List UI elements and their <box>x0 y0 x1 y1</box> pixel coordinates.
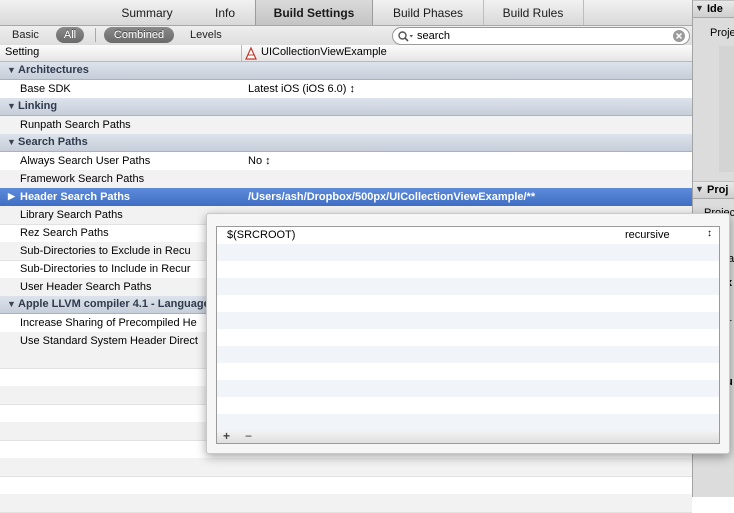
setting-name: Increase Sharing of Precompiled He <box>20 317 197 329</box>
project-name-label: Proje <box>710 27 734 39</box>
path-list-row[interactable] <box>217 261 719 278</box>
setting-name: Library Search Paths <box>20 209 123 221</box>
disclosure-triangle-icon: ▼ <box>695 184 704 194</box>
all-filter-button[interactable]: All <box>56 27 84 43</box>
identity-section-header[interactable]: ▼ Ide <box>693 0 734 18</box>
path-list-row[interactable] <box>217 312 719 329</box>
path-list-row[interactable] <box>217 329 719 346</box>
setting-row[interactable]: Runpath Search Paths <box>0 116 692 135</box>
empty-row <box>0 458 692 477</box>
path-list-row[interactable] <box>217 295 719 312</box>
empty-row <box>0 476 692 495</box>
disclosure-triangle-icon[interactable]: ▼ <box>7 65 16 75</box>
stepper-arrows-icon[interactable]: ↕ <box>707 228 712 239</box>
remove-path-button[interactable]: − <box>245 429 252 443</box>
combined-view-button[interactable]: Combined <box>104 27 174 43</box>
setting-name: Search Paths <box>18 136 88 148</box>
search-paths-list: $(SRCROOT) recursive ↕ <box>216 226 720 433</box>
setting-name: Sub-Directories to Exclude in Recu <box>20 245 191 257</box>
inspector-field <box>719 46 734 172</box>
path-list-row[interactable] <box>217 244 719 261</box>
setting-row[interactable]: ▶ Header Search Paths/Users/ash/Dropbox/5… <box>0 188 692 207</box>
tab-divider <box>583 0 584 25</box>
tab-summary[interactable]: Summary <box>107 0 187 25</box>
search-paths-list-footer: + − <box>216 429 720 444</box>
search-icon <box>398 31 413 42</box>
path-list-row[interactable] <box>217 346 719 363</box>
target-column-label[interactable]: UICollectionViewExample <box>261 46 387 58</box>
setting-row[interactable]: Base SDK Latest iOS (iOS 6.0) ↕ <box>0 80 692 99</box>
path-list-row[interactable] <box>217 363 719 380</box>
setting-name: Sub-Directories to Include in Recur <box>20 263 191 275</box>
setting-name: Linking <box>18 100 58 112</box>
tab-build-settings[interactable]: Build Settings <box>255 0 373 25</box>
search-field[interactable] <box>392 27 690 45</box>
filter-bar: Basic All Combined Levels <box>0 26 692 46</box>
disclosure-triangle-icon[interactable]: ▼ <box>7 101 16 111</box>
path-list-row[interactable] <box>217 380 719 397</box>
path-list-row[interactable]: $(SRCROOT) recursive ↕ <box>217 227 719 244</box>
tab-build-rules[interactable]: Build Rules <box>483 0 582 25</box>
settings-group-header[interactable]: ▼ Search Paths <box>0 134 692 152</box>
tab-info[interactable]: Info <box>195 0 255 25</box>
disclosure-triangle-icon[interactable]: ▼ <box>7 299 16 309</box>
levels-view-button[interactable]: Levels <box>190 27 222 43</box>
setting-name: Header Search Paths <box>20 191 131 203</box>
path-list-row[interactable] <box>217 397 719 414</box>
setting-name: Runpath Search Paths <box>20 119 131 131</box>
setting-row[interactable]: Framework Search Paths <box>0 170 692 189</box>
settings-group-header[interactable]: ▼ Architectures <box>0 62 692 80</box>
setting-name: Apple LLVM compiler 4.1 - Language <box>18 298 210 310</box>
setting-value[interactable]: /Users/ash/Dropbox/500px/UICollectionVie… <box>248 191 535 203</box>
setting-column-label[interactable]: Setting <box>5 46 39 58</box>
setting-name: Rez Search Paths <box>20 227 109 239</box>
setting-name: Framework Search Paths <box>20 173 145 185</box>
path-list-row[interactable] <box>217 414 719 431</box>
target-app-icon <box>245 46 257 60</box>
editor-tab-bar: Summary Info Build Settings Build Phases… <box>0 0 692 26</box>
disclosure-triangle-icon: ▼ <box>695 3 704 13</box>
header-search-paths-popover: $(SRCROOT) recursive ↕ + − <box>206 213 730 454</box>
setting-name: Architectures <box>18 64 89 76</box>
setting-row[interactable]: Always Search User Paths No ↕ <box>0 152 692 171</box>
search-input[interactable] <box>417 29 657 42</box>
clear-search-icon[interactable] <box>672 29 686 43</box>
settings-group-header[interactable]: ▼ Linking <box>0 98 692 116</box>
setting-name: Always Search User Paths <box>20 155 151 167</box>
project-document-section-header[interactable]: ▼ Proj <box>693 181 734 199</box>
setting-value[interactable]: Latest iOS (iOS 6.0) ↕ <box>248 83 355 95</box>
path-list-row[interactable] <box>217 278 719 295</box>
basic-filter-button[interactable]: Basic <box>12 27 39 43</box>
recursive-mode-select[interactable]: recursive <box>625 229 670 241</box>
setting-name: Use Standard System Header Direct <box>20 335 198 347</box>
path-value[interactable]: $(SRCROOT) <box>227 229 295 241</box>
disclosure-triangle-icon[interactable]: ▼ <box>7 137 16 147</box>
setting-name: User Header Search Paths <box>20 281 152 293</box>
add-path-button[interactable]: + <box>223 429 230 443</box>
filter-divider <box>95 28 96 42</box>
setting-name: Base SDK <box>20 83 71 95</box>
disclosure-triangle-icon[interactable]: ▶ <box>8 191 15 202</box>
settings-column-header: Setting UICollectionViewExample <box>0 45 692 62</box>
setting-value[interactable]: No ↕ <box>248 155 271 167</box>
column-divider <box>241 45 242 61</box>
tab-build-phases[interactable]: Build Phases <box>375 0 481 25</box>
